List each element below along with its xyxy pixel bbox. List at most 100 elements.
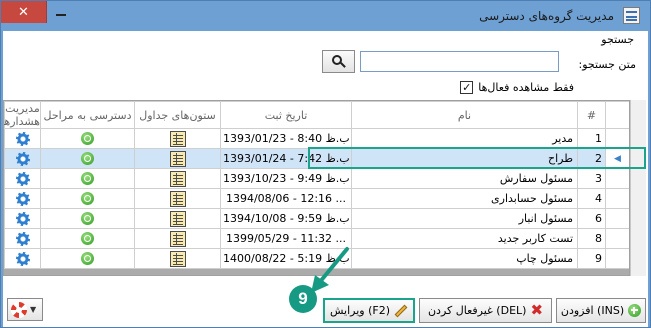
minimize-button[interactable] <box>47 1 75 23</box>
gear-icon[interactable] <box>15 151 30 166</box>
add-button-label: (INS) افزودن <box>560 304 625 317</box>
row-date-cell: 1394/10/08 - 9:59 ب.ظ <box>220 208 352 229</box>
edit-button-label: (F2) ویرایش <box>330 304 390 317</box>
table-columns-icon[interactable] <box>169 190 186 207</box>
row-selector[interactable] <box>605 168 629 189</box>
gear-icon[interactable] <box>15 171 30 186</box>
step-access-icon[interactable] <box>81 152 94 166</box>
active-only-checkbox[interactable]: ✓ <box>460 81 474 94</box>
table-columns-icon[interactable] <box>169 150 186 167</box>
row-date-cell: 1393/10/23 - 9:49 ب.ظ <box>220 168 352 189</box>
title-bar: ✕ مدیریت گروه‌های دسترسی <box>1 1 650 31</box>
row-name-cell: مدیر <box>351 128 578 149</box>
add-icon <box>628 304 642 317</box>
edit-button[interactable]: (F2) ویرایش <box>323 298 415 323</box>
row-selector[interactable] <box>605 188 629 209</box>
gear-icon[interactable] <box>15 251 30 266</box>
table-row[interactable]: ◀ 2 طراح 1393/01/24 - 7:42 ب.ظ <box>4 148 629 169</box>
table-columns-icon[interactable] <box>169 130 186 147</box>
step-access-cell[interactable] <box>40 248 135 269</box>
row-number-cell: 6 <box>577 208 606 229</box>
column-header-name[interactable]: نام <box>351 101 578 129</box>
row-number-cell: 3 <box>577 168 606 189</box>
search-input[interactable] <box>360 51 559 72</box>
row-date-cell: 1393/01/24 - 7:42 ب.ظ <box>220 148 352 169</box>
row-selector[interactable] <box>605 128 629 149</box>
alert-management-cell[interactable] <box>4 128 41 149</box>
deactivate-button[interactable]: ✖ (DEL) غیرفعال کردن <box>419 298 552 323</box>
chevron-down-icon: ▼ <box>30 305 37 314</box>
gear-icon[interactable] <box>15 231 30 246</box>
gear-icon[interactable] <box>15 211 30 226</box>
row-number-cell: 1 <box>577 128 606 149</box>
row-selector[interactable] <box>605 208 629 229</box>
gear-icon[interactable] <box>15 191 30 206</box>
column-header-registration-date[interactable]: تاریخ ثبت <box>220 101 352 129</box>
row-name-cell: مسئول انبار <box>351 208 578 229</box>
step-access-icon[interactable] <box>81 252 94 266</box>
table-columns-cell[interactable] <box>134 208 221 229</box>
table-header-row: # نام تاریخ ثبت ستون‌های جداول دسترسی به… <box>4 101 629 129</box>
table-columns-icon[interactable] <box>169 210 186 227</box>
step-access-cell[interactable] <box>40 128 135 149</box>
gear-icon[interactable] <box>15 131 30 146</box>
table-row[interactable]: 6 مسئول انبار 1394/10/08 - 9:59 ب.ظ <box>4 208 629 229</box>
table-columns-icon[interactable] <box>169 230 186 247</box>
step-access-icon[interactable] <box>81 132 94 146</box>
access-groups-window: ✕ مدیریت گروه‌های دسترسی جستجو متن جستجو… <box>0 0 651 328</box>
close-button[interactable]: ✕ <box>1 1 47 23</box>
table-columns-cell[interactable] <box>134 228 221 249</box>
row-name-cell: مسئول سفارش <box>351 168 578 189</box>
row-selector[interactable]: ◀ <box>605 148 629 169</box>
row-number-cell: 4 <box>577 188 606 209</box>
step-access-cell[interactable] <box>40 168 135 189</box>
table-columns-icon[interactable] <box>169 170 186 187</box>
table-columns-cell[interactable] <box>134 188 221 209</box>
row-number-cell: 9 <box>577 248 606 269</box>
close-icon: ✕ <box>18 4 29 20</box>
row-name-cell: تست کاربر جدید <box>351 228 578 249</box>
row-selector[interactable] <box>605 248 629 269</box>
window-title: مدیریت گروه‌های دسترسی <box>479 9 614 23</box>
column-header-alert-management[interactable]: مدیریت هشدارها <box>4 101 41 129</box>
deactivate-button-label: (DEL) غیرفعال کردن <box>427 304 527 317</box>
row-number-cell: 2 <box>577 148 606 169</box>
table-columns-cell[interactable] <box>134 148 221 169</box>
alert-management-cell[interactable] <box>4 168 41 189</box>
column-header-step-access[interactable]: دسترسی به مراحل <box>40 101 135 129</box>
step-access-icon[interactable] <box>81 232 94 246</box>
column-header-number[interactable]: # <box>577 101 606 129</box>
add-button[interactable]: (INS) افزودن <box>556 298 646 323</box>
alert-management-cell[interactable] <box>4 228 41 249</box>
alert-management-cell[interactable] <box>4 148 41 169</box>
row-selector[interactable] <box>605 228 629 249</box>
table-row[interactable]: 1 مدیر 1393/01/23 - 8:40 ب.ظ <box>4 128 629 149</box>
pencil-icon <box>394 304 408 317</box>
table-row[interactable]: 8 تست کاربر جدید 1399/05/29 - 11:32 ... <box>4 228 629 249</box>
step-access-cell[interactable] <box>40 188 135 209</box>
table-columns-cell[interactable] <box>134 128 221 149</box>
table-row[interactable]: 3 مسئول سفارش 1393/10/23 - 9:49 ب.ظ <box>4 168 629 189</box>
minimize-icon <box>56 14 66 16</box>
step-access-cell[interactable] <box>40 208 135 229</box>
active-only-option[interactable]: ✓ فقط مشاهده فعال‌ها <box>460 81 574 94</box>
table-columns-cell[interactable] <box>134 248 221 269</box>
search-button[interactable] <box>322 50 355 73</box>
step-access-cell[interactable] <box>40 148 135 169</box>
alert-management-cell[interactable] <box>4 208 41 229</box>
table-row[interactable]: 4 مسئول حسابداری 1394/08/06 - 12:16 ... <box>4 188 629 209</box>
step-access-cell[interactable] <box>40 228 135 249</box>
table-columns-icon[interactable] <box>169 250 186 267</box>
step-access-icon[interactable] <box>81 172 94 186</box>
row-date-cell: 1399/05/29 - 11:32 ... <box>220 228 352 249</box>
column-header-table-columns[interactable]: ستون‌های جداول <box>134 101 221 129</box>
table-columns-cell[interactable] <box>134 168 221 189</box>
alert-management-cell[interactable] <box>4 188 41 209</box>
alert-management-cell[interactable] <box>4 248 41 269</box>
row-date-cell: 1393/01/23 - 8:40 ب.ظ <box>220 128 352 149</box>
step-access-icon[interactable] <box>81 192 94 206</box>
search-group-label: جستجو <box>601 33 634 46</box>
delete-x-icon: ✖ <box>530 301 544 319</box>
step-access-icon[interactable] <box>81 212 94 226</box>
help-button[interactable]: ▼ <box>7 298 43 321</box>
